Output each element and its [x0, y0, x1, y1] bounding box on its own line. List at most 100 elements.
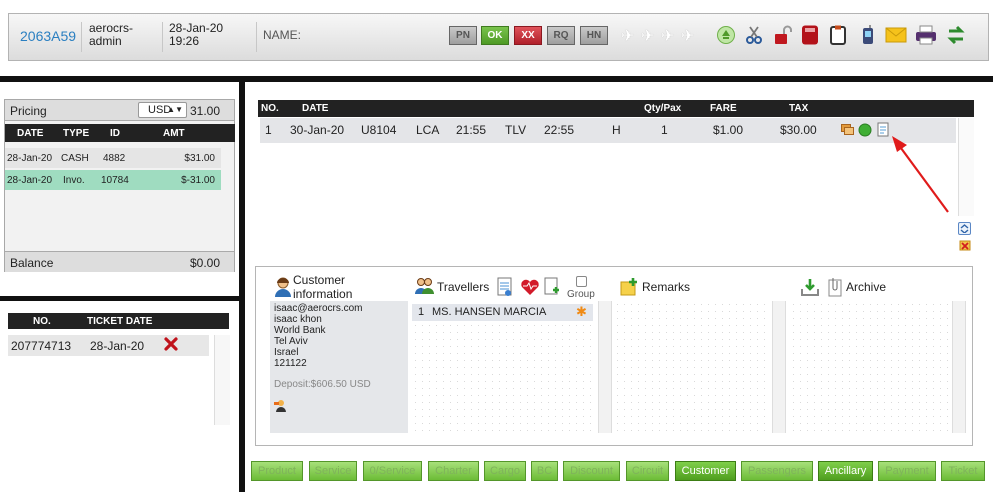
column-date: DATE	[17, 128, 44, 139]
segment-row[interactable]: 1 30-Jan-20 U8104 LCA 21:55 TLV 22:55 H …	[260, 118, 956, 143]
annotation-arrow-icon	[892, 136, 949, 213]
column-amt: AMT	[163, 128, 185, 139]
tab-0-service[interactable]: 0/Service	[363, 461, 422, 481]
tab-bc[interactable]: BC	[531, 461, 558, 481]
payment-type: Invo.	[63, 175, 85, 186]
pnr-code[interactable]: 2063A59	[20, 28, 76, 44]
customer-email: isaac@aerocrs.com	[274, 303, 363, 314]
panel-divider	[0, 296, 239, 301]
booking-datetime: 28-Jan-20 19:26	[169, 22, 223, 48]
tax-value: $30.00	[780, 123, 817, 137]
tab-ancillary[interactable]: Ancillary	[818, 461, 873, 481]
status-hn-button[interactable]: HN	[580, 26, 608, 45]
tab-product[interactable]: Product	[251, 461, 303, 481]
status-rq-button[interactable]: RQ	[547, 26, 575, 45]
divider	[81, 22, 82, 52]
fare-value: $1.00	[713, 123, 744, 137]
destination: TLV	[505, 123, 527, 137]
tickets-scrollbar[interactable]	[214, 335, 230, 425]
segment-no: 1	[265, 123, 272, 137]
customer-info-title[interactable]: Customer information	[293, 273, 352, 301]
add-note-icon[interactable]	[620, 277, 640, 297]
customer-icon	[274, 277, 292, 297]
column-id: ID	[110, 128, 120, 139]
divider	[162, 22, 163, 52]
remarks-title[interactable]: Remarks	[642, 280, 690, 294]
pax-qty: 1	[661, 123, 668, 137]
payment-row[interactable]: 28-Jan-20 Invo. 10784 $-31.00	[5, 170, 221, 190]
clipboard-icon[interactable]	[827, 24, 849, 46]
balance-bar: Balance $0.00	[5, 251, 234, 272]
download-icon[interactable]	[800, 277, 820, 297]
tab-discount[interactable]: Discount	[563, 461, 620, 481]
group-label: Group	[567, 289, 595, 300]
delete-segment-icon[interactable]	[958, 238, 972, 251]
remarks-scrollbar[interactable]	[772, 301, 786, 433]
status-pn-button[interactable]: PN	[449, 26, 477, 45]
plane-icon[interactable]: ✈	[661, 26, 674, 46]
tab-payment[interactable]: Payment	[878, 461, 936, 481]
delete-ticket-icon[interactable]	[163, 336, 179, 355]
status-ok-button[interactable]: OK	[481, 26, 509, 45]
calculator-icon[interactable]	[799, 24, 821, 46]
archive-scrollbar[interactable]	[952, 301, 966, 433]
star-icon[interactable]: ✱	[576, 304, 587, 320]
travellers-title[interactable]: Travellers	[437, 280, 489, 294]
flight-number: U8104	[361, 123, 397, 137]
column-ticket-date: TICKET DATE	[87, 316, 153, 327]
tab-ticket[interactable]: Ticket	[941, 461, 985, 481]
segments-table: NO. DATE Qty/Pax FARE TAX 1 30-Jan-20 U8…	[258, 100, 974, 240]
heart-icon[interactable]	[519, 277, 541, 297]
ticket-number: 207774713	[11, 339, 72, 353]
group-checkbox[interactable]	[576, 276, 587, 287]
tab-customer[interactable]: Customer	[675, 461, 736, 481]
comment-icon[interactable]	[841, 124, 854, 139]
archive-area[interactable]	[790, 301, 950, 433]
envelope-icon[interactable]	[885, 24, 907, 46]
agent-name: aerocrs- admin	[89, 22, 133, 48]
pricing-header: Pricing USD ▲▼ 31.00	[5, 100, 234, 121]
travellers-scrollbar[interactable]	[598, 301, 612, 433]
scissors-icon[interactable]	[743, 24, 765, 46]
customer-company: World Bank	[274, 325, 326, 336]
tab-charter[interactable]: Charter	[428, 461, 479, 481]
currency-select[interactable]: USD ▲▼	[138, 102, 187, 118]
payment-row[interactable]: 28-Jan-20 CASH 4882 $31.00	[5, 148, 221, 168]
tab-cargo[interactable]: Cargo	[484, 461, 526, 481]
column-tax: TAX	[789, 103, 809, 114]
payment-id: 4882	[103, 153, 126, 164]
agent-person-icon[interactable]	[273, 399, 287, 413]
balance-value: $0.00	[189, 256, 220, 270]
plane-icon[interactable]: ✈	[641, 26, 654, 46]
plane-icon[interactable]: ✈	[621, 26, 634, 46]
vertical-divider	[239, 82, 245, 492]
add-document-icon[interactable]	[543, 277, 561, 297]
mobile-icon[interactable]	[857, 24, 879, 46]
swap-icon[interactable]	[945, 24, 967, 46]
arrival-time: 22:55	[544, 123, 575, 137]
remarks-area[interactable]	[614, 301, 770, 433]
recycle-icon[interactable]	[715, 24, 737, 46]
status-green-icon[interactable]	[858, 123, 872, 140]
tickets-columns: NO. TICKET DATE	[8, 313, 229, 329]
booking-class: H	[612, 123, 621, 137]
unlock-icon[interactable]	[771, 24, 793, 46]
attachment-icon[interactable]	[826, 277, 844, 297]
tab-circuit[interactable]: Circuit	[626, 461, 669, 481]
segments-scrollbar[interactable]	[958, 118, 974, 216]
customer-city: Tel Aviv	[274, 336, 308, 347]
tab-service[interactable]: Service	[309, 461, 357, 481]
ticket-row[interactable]: 207774713 28-Jan-20	[8, 335, 209, 356]
divider	[256, 22, 257, 52]
status-xx-button[interactable]: XX	[514, 26, 542, 45]
tab-passengers[interactable]: Passengers	[741, 461, 813, 481]
document-list-icon[interactable]	[496, 277, 514, 297]
travellers-list: 1 MS. HANSEN MARCIA ✱	[412, 301, 594, 433]
expand-icon[interactable]	[958, 222, 971, 235]
archive-title[interactable]: Archive	[846, 280, 886, 294]
column-type: TYPE	[63, 128, 90, 139]
plane-icon[interactable]: ✈	[681, 26, 694, 46]
traveller-row[interactable]: 1 MS. HANSEN MARCIA ✱	[412, 304, 593, 321]
printer-icon[interactable]	[915, 24, 937, 46]
customer-phone: 121122	[274, 358, 307, 369]
